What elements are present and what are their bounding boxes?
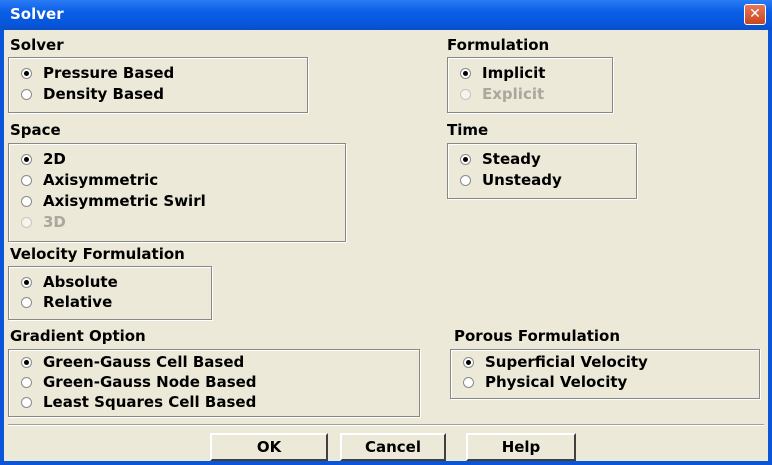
radio-least-squares-cell-based[interactable]: Least Squares Cell Based [21, 393, 256, 411]
radio-label: Physical Velocity [485, 373, 628, 391]
radio-label: Least Squares Cell Based [43, 393, 257, 411]
radio-unchecked-icon [21, 296, 32, 308]
radio-label: Explicit [482, 85, 545, 103]
radio-unchecked-icon [21, 88, 32, 100]
radio-physical-velocity[interactable]: Physical Velocity [463, 373, 627, 391]
porous-formulation-group: Superficial Velocity Physical Velocity [450, 349, 760, 399]
radio-green-gauss-cell-based[interactable]: Green-Gauss Cell Based [21, 353, 244, 371]
radio-checked-icon [460, 153, 471, 165]
radio-2d[interactable]: 2D [21, 150, 66, 168]
radio-unchecked-icon [460, 174, 471, 186]
radio-label: 3D [43, 213, 66, 231]
radio-axisymmetric[interactable]: Axisymmetric [21, 171, 158, 189]
radio-axisymmetric-swirl[interactable]: Axisymmetric Swirl [21, 192, 206, 210]
radio-label: Density Based [43, 85, 164, 103]
ok-button[interactable]: OK [210, 433, 328, 461]
time-group: Steady Unsteady [447, 143, 637, 199]
radio-unchecked-icon [21, 195, 32, 207]
radio-label: Pressure Based [43, 64, 175, 82]
velocity-formulation-section-label: Velocity Formulation [10, 245, 185, 263]
porous-formulation-section-label: Porous Formulation [454, 327, 621, 345]
help-button[interactable]: Help [466, 433, 576, 461]
radio-unchecked-icon [463, 376, 474, 388]
velocity-formulation-group: Absolute Relative [8, 266, 212, 320]
window-title: Solver [10, 5, 64, 23]
gradient-option-group: Green-Gauss Cell Based Green-Gauss Node … [8, 349, 420, 417]
button-bar-divider [8, 424, 764, 426]
cancel-button[interactable]: Cancel [340, 433, 446, 461]
radio-label: Green-Gauss Node Based [43, 373, 257, 391]
radio-checked-icon [460, 67, 471, 79]
radio-disabled-icon [21, 216, 32, 228]
radio-implicit[interactable]: Implicit [460, 64, 545, 82]
radio-pressure-based[interactable]: Pressure Based [21, 64, 174, 82]
radio-label: Implicit [482, 64, 546, 82]
radio-absolute[interactable]: Absolute [21, 273, 118, 291]
space-group: 2D Axisymmetric Axisymmetric Swirl 3D [8, 143, 346, 242]
radio-checked-icon [21, 153, 32, 165]
radio-label: Steady [482, 150, 541, 168]
radio-green-gauss-node-based[interactable]: Green-Gauss Node Based [21, 373, 257, 391]
radio-label: Unsteady [482, 171, 562, 189]
space-section-label: Space [10, 121, 61, 139]
radio-label: Green-Gauss Cell Based [43, 353, 245, 371]
radio-density-based[interactable]: Density Based [21, 85, 164, 103]
radio-relative[interactable]: Relative [21, 293, 112, 311]
radio-unsteady[interactable]: Unsteady [460, 171, 562, 189]
radio-checked-icon [21, 356, 32, 368]
radio-disabled-icon [460, 88, 471, 100]
radio-unchecked-icon [21, 396, 32, 408]
radio-superficial-velocity[interactable]: Superficial Velocity [463, 353, 648, 371]
radio-label: Superficial Velocity [485, 353, 648, 371]
solver-section-label: Solver [10, 36, 64, 54]
radio-label: Absolute [43, 273, 118, 291]
radio-label: Axisymmetric Swirl [43, 192, 206, 210]
title-bar[interactable]: Solver ✕ [0, 0, 772, 30]
radio-3d: 3D [21, 213, 66, 231]
solver-group: Pressure Based Density Based [8, 57, 308, 113]
radio-steady[interactable]: Steady [460, 150, 541, 168]
gradient-option-section-label: Gradient Option [10, 327, 146, 345]
formulation-section-label: Formulation [447, 36, 550, 54]
radio-label: Relative [43, 293, 113, 311]
radio-checked-icon [21, 67, 32, 79]
radio-label: 2D [43, 150, 66, 168]
close-button[interactable]: ✕ [744, 4, 766, 25]
radio-checked-icon [21, 276, 32, 288]
radio-unchecked-icon [21, 376, 32, 388]
solver-dialog: Solver ✕ Solver Pressure Based Density B… [0, 0, 772, 465]
close-icon: ✕ [749, 6, 761, 22]
radio-checked-icon [463, 356, 474, 368]
radio-unchecked-icon [21, 174, 32, 186]
radio-explicit: Explicit [460, 85, 544, 103]
radio-label: Axisymmetric [43, 171, 159, 189]
formulation-group: Implicit Explicit [447, 57, 613, 113]
time-section-label: Time [447, 121, 489, 139]
